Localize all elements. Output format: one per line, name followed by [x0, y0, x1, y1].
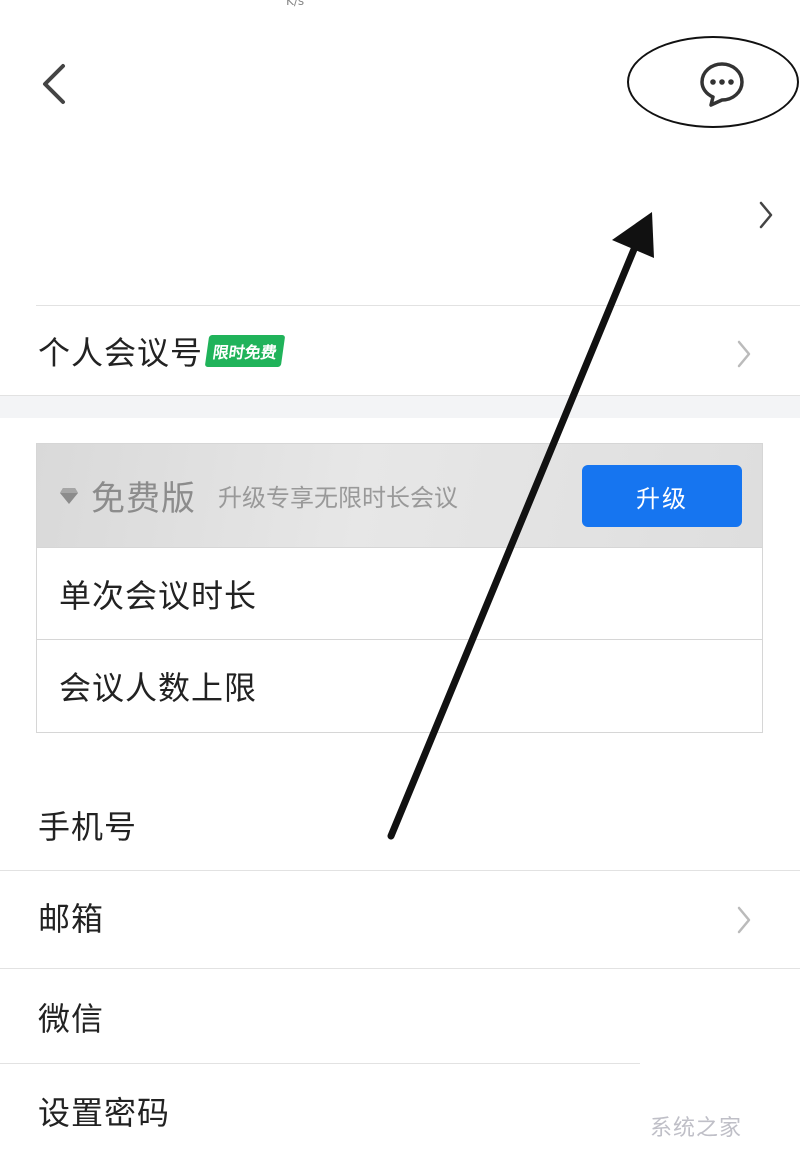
profile-row[interactable]: [0, 130, 800, 305]
back-button[interactable]: [30, 56, 78, 112]
chevron-right-icon: [736, 339, 752, 373]
chevron-right-icon: [736, 905, 752, 939]
status-bar-speed: K/s: [286, 0, 305, 8]
chevron-left-icon: [43, 64, 65, 104]
plan-card: 免费版 升级专享无限时长会议 升级 单次会议时长 会议人数上限: [36, 443, 763, 733]
wechat-row[interactable]: 微信: [0, 972, 800, 1062]
email-label: 邮箱: [38, 900, 105, 938]
phone-label: 手机号: [38, 808, 138, 846]
section-gap: [0, 396, 800, 418]
limited-free-badge: 限时免费: [204, 335, 286, 367]
divider: [0, 870, 800, 871]
chevron-right-icon: [758, 200, 774, 234]
personal-meeting-label: 个人会议号: [38, 334, 204, 372]
divider: [0, 1063, 640, 1064]
meeting-duration-row[interactable]: 单次会议时长: [37, 547, 762, 639]
plan-name: 免费版: [91, 479, 196, 519]
wechat-label: 微信: [38, 1000, 105, 1038]
phone-row[interactable]: 手机号: [0, 780, 800, 870]
upgrade-button[interactable]: 升级: [582, 465, 742, 527]
personal-meeting-row[interactable]: 个人会议号 限时免费: [0, 306, 800, 396]
set-password-label: 设置密码: [38, 1094, 171, 1132]
email-row[interactable]: 邮箱: [0, 872, 800, 962]
participant-limit-row[interactable]: 会议人数上限: [37, 639, 762, 731]
diamond-icon: [59, 487, 79, 505]
plan-card-header: 免费版 升级专享无限时长会议 升级: [37, 444, 762, 547]
divider: [0, 968, 800, 969]
watermark: 系统之家: [650, 1116, 743, 1141]
highlight-oval-annotation: [627, 36, 799, 128]
plan-description: 升级专享无限时长会议: [218, 484, 458, 512]
